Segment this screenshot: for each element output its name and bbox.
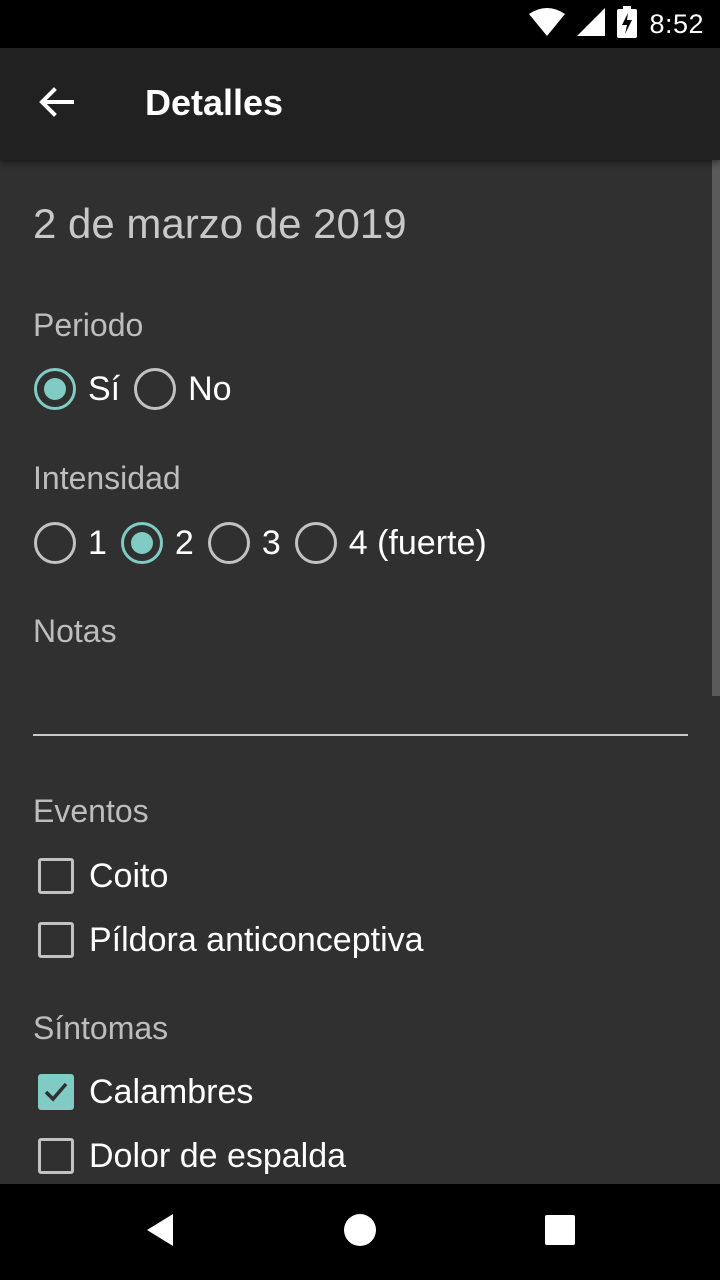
intensidad-option-3[interactable]: 3 bbox=[207, 522, 281, 564]
arrow-back-icon bbox=[38, 84, 74, 125]
periodo-radio-group: Sí No bbox=[34, 367, 246, 411]
radio-checked-icon bbox=[120, 522, 163, 564]
system-nav-bar bbox=[0, 1184, 720, 1280]
nav-back-button[interactable] bbox=[120, 1200, 200, 1264]
back-button[interactable] bbox=[24, 76, 88, 132]
cell-signal-icon bbox=[577, 7, 606, 41]
intensidad-option-1[interactable]: 1 bbox=[34, 522, 107, 564]
status-icons: 8:52 bbox=[529, 0, 704, 48]
page-title: Detalles bbox=[145, 82, 284, 123]
evento-coito[interactable]: Coito bbox=[38, 856, 168, 896]
eventos-label: Eventos bbox=[33, 793, 149, 829]
evento-pildora[interactable]: Píldora anticonceptiva bbox=[38, 920, 424, 960]
notas-label: Notas bbox=[33, 613, 117, 649]
status-bar: 8:52 bbox=[0, 0, 720, 48]
date-heading: 2 de marzo de 2019 bbox=[33, 200, 407, 247]
details-form[interactable]: 2 de marzo de 2019 Periodo Sí No Intensi… bbox=[0, 160, 720, 1184]
app-bar: Detalles bbox=[0, 48, 720, 160]
intensidad-label: Intensidad bbox=[33, 460, 181, 496]
intensidad-option-2[interactable]: 2 bbox=[120, 522, 194, 564]
notas-underline bbox=[33, 734, 688, 736]
radio-checked-icon bbox=[34, 368, 76, 410]
circle-home-icon bbox=[343, 1213, 377, 1252]
battery-charging-icon bbox=[617, 5, 638, 43]
periodo-label: Periodo bbox=[33, 307, 144, 343]
checkbox-unchecked-icon bbox=[38, 858, 74, 894]
nav-recents-button[interactable] bbox=[520, 1200, 600, 1264]
wifi-icon bbox=[529, 7, 566, 41]
checkbox-unchecked-icon bbox=[38, 1138, 74, 1174]
sintoma-calambres[interactable]: Calambres bbox=[38, 1072, 253, 1112]
radio-unchecked-icon bbox=[207, 522, 250, 564]
status-time: 8:52 bbox=[649, 8, 704, 39]
periodo-option-no[interactable]: No bbox=[134, 368, 232, 410]
square-recents-icon bbox=[544, 1214, 576, 1251]
triangle-back-icon bbox=[143, 1212, 177, 1253]
sintomas-label: Síntomas bbox=[33, 1010, 169, 1046]
nav-home-button[interactable] bbox=[320, 1200, 400, 1264]
radio-unchecked-icon bbox=[34, 522, 76, 564]
intensidad-radio-group: 1 2 3 4 (fuerte) bbox=[34, 521, 501, 565]
intensidad-option-4[interactable]: 4 (fuerte) bbox=[294, 522, 487, 564]
radio-unchecked-icon bbox=[294, 522, 337, 564]
checkbox-unchecked-icon bbox=[38, 922, 74, 958]
checkbox-checked-icon bbox=[38, 1074, 74, 1110]
scrollbar[interactable] bbox=[712, 160, 720, 696]
periodo-option-si[interactable]: Sí bbox=[34, 368, 120, 410]
radio-unchecked-icon bbox=[134, 368, 177, 410]
sintoma-dolor-espalda[interactable]: Dolor de espalda bbox=[38, 1136, 346, 1176]
notas-input[interactable] bbox=[33, 660, 688, 730]
